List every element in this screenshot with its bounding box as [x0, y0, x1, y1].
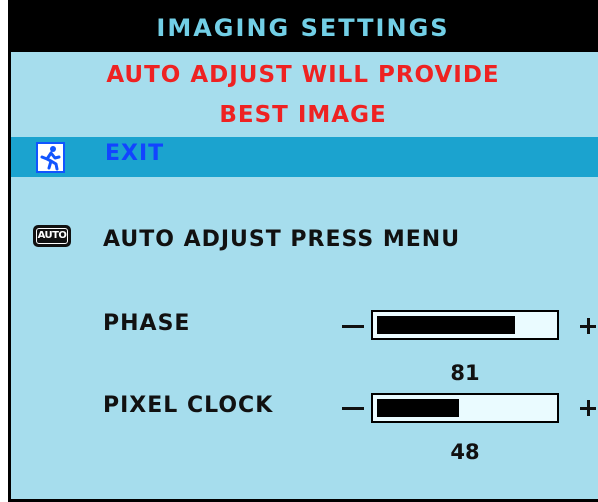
pixel-clock-increase-icon[interactable]	[580, 400, 596, 416]
imaging-settings-osd: IMAGING SETTINGS AUTO ADJUST WILL PROVID…	[0, 0, 598, 502]
auto-icon: AUTO	[33, 225, 71, 247]
pixel-clock-value: 48	[450, 440, 480, 464]
exit-running-man-icon	[36, 142, 65, 173]
phase-slider-fill	[377, 316, 515, 334]
menu-item-phase[interactable]: PHASE	[103, 311, 190, 336]
phase-decrease-icon[interactable]	[342, 325, 364, 328]
menu-item-exit[interactable]	[11, 137, 598, 177]
osd-title: IMAGING SETTINGS	[8, 0, 598, 52]
exit-label[interactable]: EXIT	[105, 141, 164, 166]
phase-increase-icon[interactable]	[580, 318, 596, 334]
pixel-clock-slider-fill	[377, 399, 459, 417]
pixel-clock-slider[interactable]	[371, 393, 559, 423]
pixel-clock-decrease-icon[interactable]	[342, 407, 364, 410]
auto-icon-text: AUTO	[36, 228, 68, 244]
menu-item-auto-adjust[interactable]: AUTO ADJUST PRESS MENU	[103, 227, 460, 252]
phase-value: 81	[450, 361, 480, 385]
phase-slider[interactable]	[371, 310, 559, 340]
hint-line-1: AUTO ADJUST WILL PROVIDE	[106, 62, 500, 88]
hint-line-2: BEST IMAGE	[219, 102, 387, 128]
menu-item-pixel-clock[interactable]: PIXEL CLOCK	[103, 393, 273, 418]
